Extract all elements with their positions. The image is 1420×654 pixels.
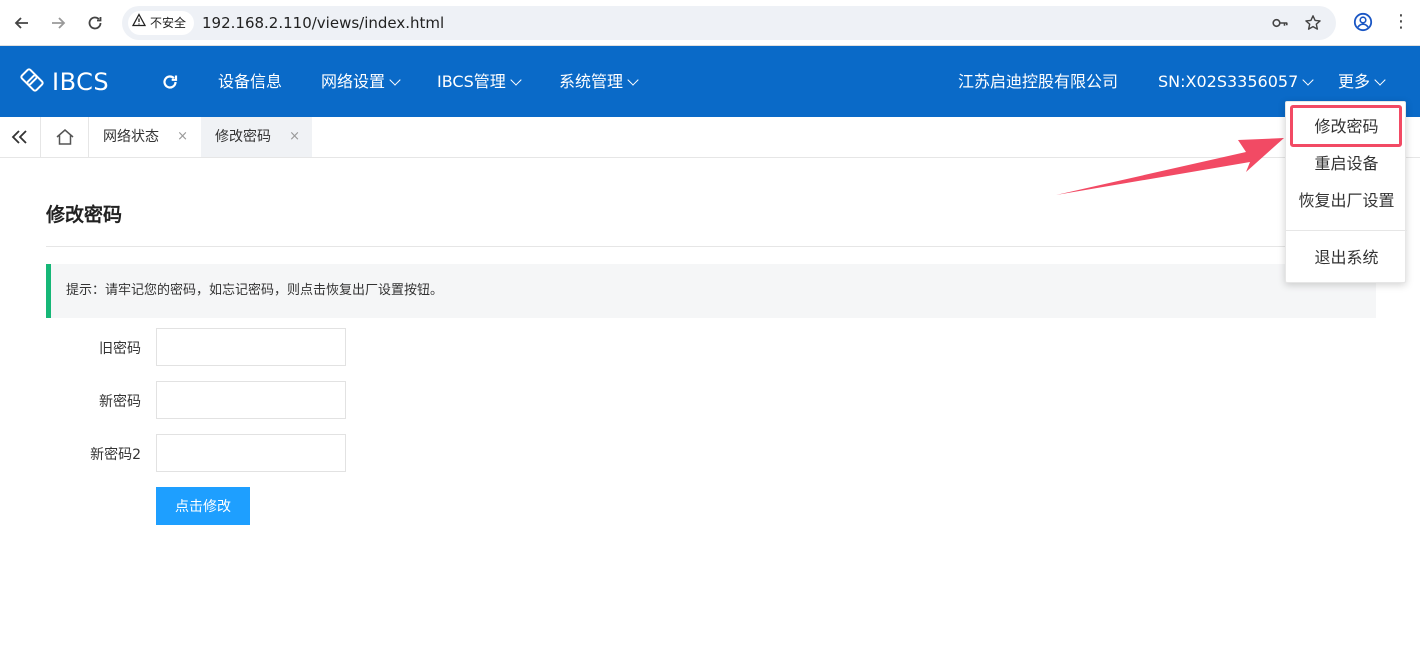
- security-label: 不安全: [150, 16, 187, 30]
- submit-button[interactable]: 点击修改: [156, 487, 250, 525]
- serial-label: SN:X02S3356057: [1158, 72, 1299, 91]
- chevron-down-icon: [510, 74, 522, 86]
- security-chip[interactable]: 不安全: [128, 11, 195, 35]
- key-icon[interactable]: [1271, 14, 1289, 32]
- old-password-label: 旧密码: [99, 341, 141, 357]
- tip-callout: 提示：请牢记您的密码，如忘记密码，则点击恢复出厂设置按钮。: [46, 264, 1376, 318]
- dropdown-item-reboot[interactable]: 重启设备: [1286, 146, 1407, 182]
- collapse-sidebar-button[interactable]: [0, 117, 41, 157]
- logo[interactable]: IBCS: [18, 68, 109, 96]
- warning-icon: [131, 11, 147, 35]
- home-icon: [56, 129, 74, 145]
- tab-label: 修改密码: [215, 129, 271, 145]
- new-password-label: 新密码: [99, 394, 141, 410]
- menu-device-info[interactable]: 设备信息: [218, 46, 282, 117]
- menu-ibcs-management[interactable]: IBCS管理: [437, 46, 522, 117]
- close-icon[interactable]: ×: [177, 117, 188, 157]
- dropdown-divider: [1286, 230, 1407, 231]
- address-bar[interactable]: 不安全 192.168.2.110/views/index.html: [122, 6, 1336, 40]
- tab-network-status[interactable]: 网络状态 ×: [89, 117, 200, 157]
- more-dropdown-menu: 修改密码 重启设备 恢复出厂设置 退出系统: [1285, 101, 1407, 283]
- new-password-field[interactable]: [156, 381, 346, 419]
- chevron-down-icon: [627, 74, 639, 86]
- more-label: 更多: [1338, 72, 1371, 91]
- kebab-menu-icon[interactable]: ⋮: [1392, 11, 1410, 33]
- page-title: 修改密码: [46, 204, 123, 226]
- close-icon[interactable]: ×: [289, 117, 300, 157]
- confirm-password-label: 新密码2: [90, 447, 141, 463]
- back-icon[interactable]: [12, 13, 32, 33]
- menu-system-management[interactable]: 系统管理: [559, 46, 639, 117]
- ibcs-logo-icon: [18, 66, 46, 98]
- tab-change-password[interactable]: 修改密码 ×: [201, 117, 312, 157]
- menu-network-settings[interactable]: 网络设置: [321, 46, 401, 117]
- reload-icon[interactable]: [85, 13, 105, 33]
- chevron-down-icon: [389, 74, 401, 86]
- star-icon[interactable]: [1304, 14, 1322, 32]
- company-name: 江苏启迪控股有限公司: [958, 72, 1119, 91]
- chevron-down-icon: [1374, 74, 1386, 86]
- menu-label: 系统管理: [559, 72, 624, 91]
- refresh-icon[interactable]: [160, 72, 180, 92]
- menu-label: IBCS管理: [437, 72, 506, 91]
- menu-label: 网络设置: [321, 72, 386, 91]
- browser-toolbar: 不安全 192.168.2.110/views/index.html ⋮: [0, 0, 1420, 46]
- menu-label: 设备信息: [218, 72, 283, 91]
- dropdown-item-change-password[interactable]: 修改密码: [1286, 109, 1407, 145]
- old-password-field[interactable]: [156, 328, 346, 366]
- chevron-down-icon: [1302, 74, 1314, 86]
- divider: [46, 246, 1376, 247]
- dropdown-item-logout[interactable]: 退出系统: [1286, 240, 1407, 276]
- dropdown-item-factory-reset[interactable]: 恢复出厂设置: [1286, 183, 1407, 219]
- profile-icon[interactable]: [1353, 12, 1373, 32]
- annotation-arrow: [1056, 138, 1284, 195]
- logo-text: IBCS: [52, 68, 110, 96]
- url-text[interactable]: 192.168.2.110/views/index.html: [202, 6, 444, 40]
- tab-label: 网络状态: [103, 129, 159, 145]
- home-tab[interactable]: [41, 117, 89, 157]
- double-chevron-left-icon: [11, 130, 27, 144]
- forward-icon[interactable]: [48, 13, 68, 33]
- confirm-password-field[interactable]: [156, 434, 346, 472]
- app-header: IBCS 设备信息 网络设置 IBCS管理 系统管理 江苏启迪控股有限公司 SN…: [0, 46, 1420, 117]
